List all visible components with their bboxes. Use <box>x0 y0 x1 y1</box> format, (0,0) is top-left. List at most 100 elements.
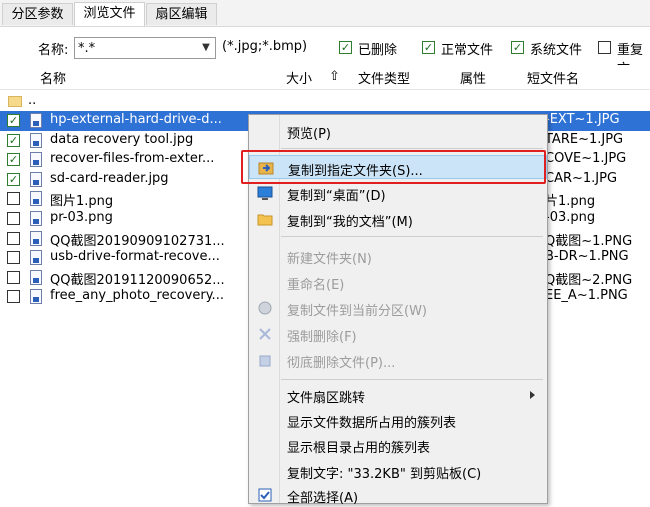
desktop-icon <box>257 185 273 201</box>
menu-item-label: 复制文字: "33.2KB" 到剪贴板(C) <box>287 467 482 482</box>
menu-item-sector-jump[interactable]: 文件扇区跳转 <box>249 383 547 407</box>
file-name: 图片1.png <box>50 194 114 209</box>
row-checkbox[interactable] <box>7 251 20 264</box>
file-name: pr-03.png <box>50 210 113 225</box>
short-file-name: 片1.png <box>545 194 596 209</box>
image-file-icon <box>30 289 42 304</box>
row-checkbox[interactable] <box>7 271 20 284</box>
image-file-icon <box>30 152 42 167</box>
name-filter-label: 名称: <box>38 43 69 58</box>
file-list-header: 名称 大小 ⇧ 文件类型 属性 短文件名 <box>0 65 650 90</box>
highlight-annotation <box>241 150 546 184</box>
file-name: data recovery tool.jpg <box>50 132 194 147</box>
short-file-name: TARE~1.JPG <box>545 132 624 147</box>
menu-item-copy-to-partition[interactable]: 复制文件到当前分区(W) <box>249 296 547 320</box>
menu-item-label: 文件扇区跳转 <box>287 391 366 406</box>
menu-item-copy-to-desktop[interactable]: 复制到“桌面”(D) <box>249 181 547 205</box>
select-all-icon <box>257 487 273 503</box>
menu-item-copy-text[interactable]: 复制文字: "33.2KB" 到剪贴板(C) <box>249 459 547 483</box>
file-name: sd-card-reader.jpg <box>50 171 169 186</box>
chevron-down-icon[interactable]: ▼ <box>199 40 213 56</box>
menu-item-wipe-delete[interactable]: 彻底删除文件(P)... <box>249 348 547 372</box>
row-checkbox[interactable] <box>7 192 20 205</box>
short-file-name: B-DR~1.PNG <box>545 249 629 264</box>
menu-item-label: 强制删除(F) <box>287 330 357 345</box>
menu-item-label: 预览(P) <box>287 127 331 142</box>
short-file-name: -03.png <box>545 210 596 225</box>
row-checkbox[interactable]: ✓ <box>7 114 20 127</box>
menu-separator <box>281 148 543 149</box>
file-name: hp-external-hard-drive-d... <box>50 112 222 127</box>
tab-bar: 分区参数 浏览文件 扇区编辑 <box>0 0 650 27</box>
file-name: usb-drive-format-recove... <box>50 249 220 264</box>
image-file-icon <box>30 133 42 148</box>
menu-item-force-delete[interactable]: 强制删除(F) <box>249 322 547 346</box>
short-file-name: CAR~1.JPG <box>545 171 618 186</box>
wipe-delete-icon <box>257 352 273 368</box>
image-file-icon <box>30 250 42 265</box>
short-file-name: Q截图~2.PNG <box>545 273 633 288</box>
column-short-name[interactable]: 短文件名 <box>527 68 579 87</box>
pattern-hint: (*.jpg;*.bmp) <box>222 39 308 54</box>
menu-item-label: 复制到“桌面”(D) <box>287 189 386 204</box>
tab-sector-edit[interactable]: 扇区编辑 <box>146 3 217 25</box>
column-size[interactable]: 大小 <box>286 68 312 87</box>
folder-icon <box>8 96 22 107</box>
row-checkbox[interactable]: ✓ <box>7 134 20 147</box>
menu-item-label: 显示文件数据所占用的簇列表 <box>287 416 457 431</box>
file-name: QQ截图20191120090652... <box>50 273 225 288</box>
menu-item-preview[interactable]: 预览(P) <box>249 119 547 143</box>
menu-item-label: 复制文件到当前分区(W) <box>287 304 427 319</box>
image-file-icon <box>30 231 42 246</box>
short-file-name: COVE~1.JPG <box>545 151 627 166</box>
menu-item-rename[interactable]: 重命名(E) <box>249 270 547 294</box>
tab-browse-files[interactable]: 浏览文件 <box>74 2 145 26</box>
name-filter-combobox[interactable]: ▼ <box>74 37 216 59</box>
force-delete-icon <box>257 326 273 342</box>
short-file-name: Q截图~1.PNG <box>545 234 633 249</box>
disk-copy-icon <box>257 300 273 316</box>
system-files-checkbox[interactable]: ✓ <box>511 41 524 54</box>
row-checkbox[interactable]: ✓ <box>7 153 20 166</box>
image-file-icon <box>30 113 42 128</box>
deleted-label: 已删除 <box>358 43 398 58</box>
column-type[interactable]: 文件类型 <box>358 68 410 87</box>
sort-up-icon[interactable]: ⇧ <box>329 69 340 84</box>
menu-item-label: 彻底删除文件(P)... <box>287 356 396 371</box>
name-filter-input[interactable] <box>78 39 196 57</box>
column-name[interactable]: 名称 <box>40 68 66 87</box>
system-files-label: 系统文件 <box>530 43 583 58</box>
image-file-icon <box>30 191 42 206</box>
menu-item-show-root-cluster[interactable]: 显示根目录占用的簇列表 <box>249 433 547 457</box>
parent-directory-row[interactable]: .. <box>0 92 650 112</box>
tab-partition-params[interactable]: 分区参数 <box>2 3 73 25</box>
row-checkbox[interactable]: ✓ <box>7 173 20 186</box>
folder-open-icon <box>257 211 273 227</box>
file-name: free_any_photo_recovery... <box>50 288 224 303</box>
file-name: recover-files-from-exter... <box>50 151 215 166</box>
menu-item-select-all[interactable]: 全部选择(A) <box>249 483 547 507</box>
filter-bar: 名称: ▼ (*.jpg;*.bmp) ✓ 已删除 ✓ 正常文件 ✓ 系统文件 … <box>0 27 650 77</box>
menu-item-new-folder[interactable]: 新建文件夹(N) <box>249 244 547 268</box>
normal-files-checkbox[interactable]: ✓ <box>422 41 435 54</box>
normal-files-label: 正常文件 <box>441 43 494 58</box>
column-attr[interactable]: 属性 <box>460 68 486 87</box>
image-file-icon <box>30 211 42 226</box>
menu-item-label: 重命名(E) <box>287 278 345 293</box>
short-file-name: EE_A~1.PNG <box>545 288 628 303</box>
menu-item-copy-to-documents[interactable]: 复制到“我的文档”(M) <box>249 207 547 231</box>
deleted-checkbox[interactable]: ✓ <box>339 41 352 54</box>
row-checkbox[interactable] <box>7 232 20 245</box>
menu-separator <box>281 236 543 237</box>
short-file-name: -EXT~1.JPG <box>545 112 620 127</box>
image-file-icon <box>30 172 42 187</box>
menu-item-label: 新建文件夹(N) <box>287 252 372 267</box>
menu-item-label: 显示根目录占用的簇列表 <box>287 441 431 456</box>
parent-directory-label: .. <box>28 93 37 108</box>
row-checkbox[interactable] <box>7 212 20 225</box>
row-checkbox[interactable] <box>7 290 20 303</box>
duplicate-files-checkbox[interactable] <box>598 41 611 54</box>
menu-item-label: 复制到“我的文档”(M) <box>287 215 413 230</box>
submenu-arrow-icon <box>530 391 535 399</box>
menu-item-show-cluster-list[interactable]: 显示文件数据所占用的簇列表 <box>249 408 547 432</box>
